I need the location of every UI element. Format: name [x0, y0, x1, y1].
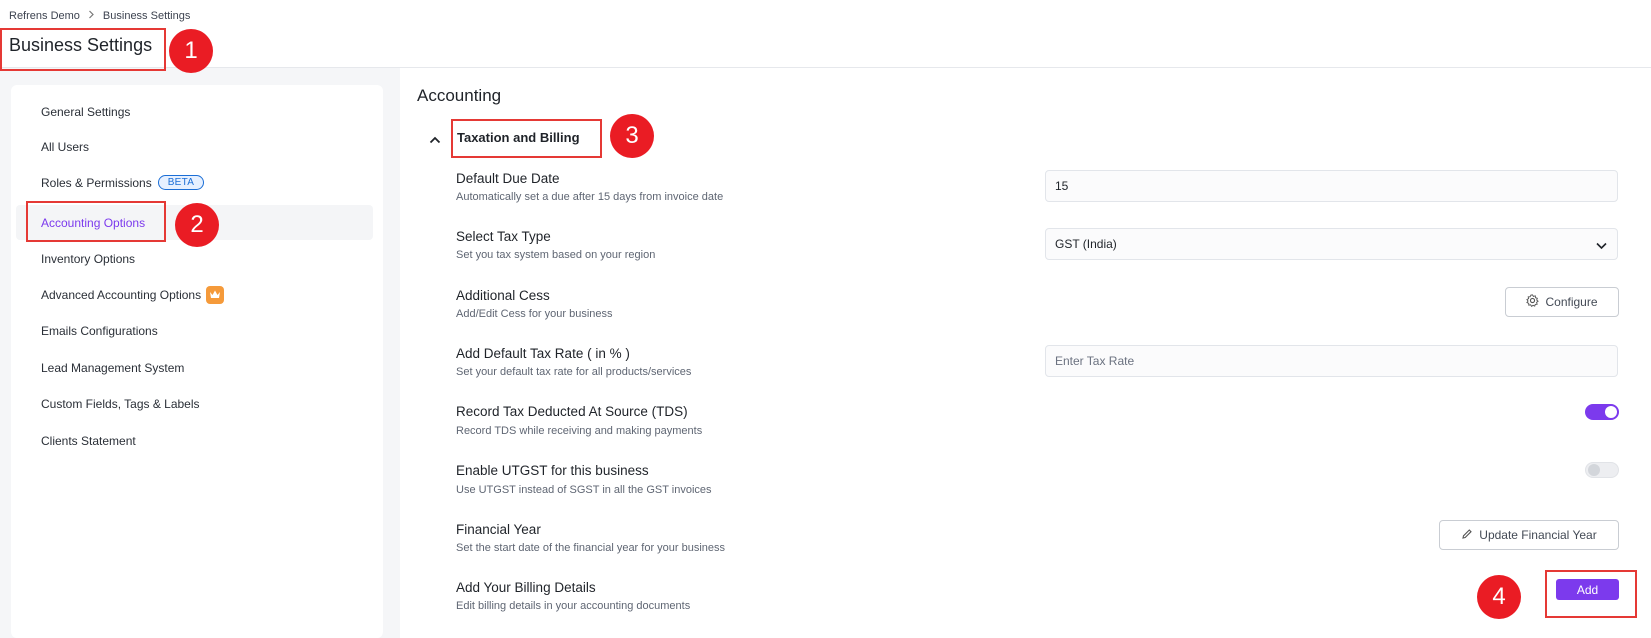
tax-type-select[interactable]: GST (India) — [1045, 228, 1618, 260]
chevron-up-icon[interactable] — [429, 131, 441, 149]
utgst-label: Enable UTGST for this business — [456, 463, 649, 478]
due-date-label: Default Due Date — [456, 171, 560, 186]
pencil-icon — [1461, 528, 1473, 543]
sidebar-item-lead-management-system[interactable]: Lead Management System — [16, 350, 373, 385]
tds-toggle[interactable] — [1585, 404, 1619, 420]
sidebar-item-emails-configurations[interactable]: Emails Configurations — [16, 313, 373, 348]
annotation-box-4 — [1545, 570, 1637, 618]
tax-rate-desc: Set your default tax rate for all produc… — [456, 366, 692, 378]
update-financial-year-button[interactable]: Update Financial Year — [1439, 520, 1619, 550]
annotation-box-3 — [451, 119, 602, 158]
annotation-marker-2: 2 — [175, 203, 219, 247]
fy-label: Financial Year — [456, 522, 541, 537]
sidebar-item-general-settings[interactable]: General Settings — [16, 94, 373, 129]
sidebar-item-advanced-accounting-options[interactable]: Advanced Accounting Options — [16, 277, 373, 312]
sidebar-item-roles-permissions[interactable]: Roles & Permissions BETA — [16, 165, 373, 200]
annotation-marker-4: 4 — [1477, 575, 1521, 619]
sidebar-item-clients-statement[interactable]: Clients Statement — [16, 423, 373, 458]
toggle-knob — [1588, 464, 1600, 476]
beta-badge: BETA — [157, 175, 205, 190]
annotation-marker-1: 1 — [169, 29, 213, 73]
due-date-input[interactable]: 15 — [1045, 170, 1618, 202]
section-title: Accounting — [417, 86, 502, 105]
cess-desc: Add/Edit Cess for your business — [456, 308, 613, 320]
tax-type-label: Select Tax Type — [456, 229, 551, 244]
breadcrumb: Refrens Demo Business Settings — [9, 10, 190, 22]
billing-label: Add Your Billing Details — [456, 580, 596, 595]
tax-rate-label: Add Default Tax Rate ( in % ) — [456, 346, 630, 361]
sidebar-item-all-users[interactable]: All Users — [16, 129, 373, 164]
breadcrumb-root[interactable]: Refrens Demo — [9, 10, 80, 22]
gear-icon — [1526, 294, 1540, 310]
tds-label: Record Tax Deducted At Source (TDS) — [456, 404, 688, 419]
due-date-desc: Automatically set a due after 15 days fr… — [456, 191, 724, 203]
chevron-down-icon — [1596, 239, 1607, 253]
billing-desc: Edit billing details in your accounting … — [456, 600, 691, 612]
annotation-box-2 — [26, 201, 166, 242]
annotation-box-1 — [0, 28, 166, 71]
tax-type-desc: Set you tax system based on your region — [456, 249, 656, 261]
tds-desc: Record TDS while receiving and making pa… — [456, 425, 703, 437]
breadcrumb-current: Business Settings — [102, 10, 191, 22]
tax-type-value: GST (India) — [1055, 237, 1117, 251]
sidebar: General Settings All Users Roles & Permi… — [11, 85, 383, 638]
utgst-desc: Use UTGST instead of SGST in all the GST… — [456, 484, 712, 496]
crown-icon — [206, 285, 225, 304]
utgst-toggle[interactable] — [1585, 462, 1619, 478]
cess-label: Additional Cess — [456, 288, 550, 303]
chevron-right-icon — [88, 10, 95, 22]
tax-rate-input[interactable] — [1045, 345, 1618, 377]
sidebar-item-custom-fields-tags-labels[interactable]: Custom Fields, Tags & Labels — [16, 386, 373, 421]
fy-desc: Set the start date of the financial year… — [456, 542, 726, 554]
toggle-knob — [1605, 406, 1617, 418]
configure-button[interactable]: Configure — [1505, 287, 1619, 317]
annotation-marker-3: 3 — [610, 114, 654, 158]
